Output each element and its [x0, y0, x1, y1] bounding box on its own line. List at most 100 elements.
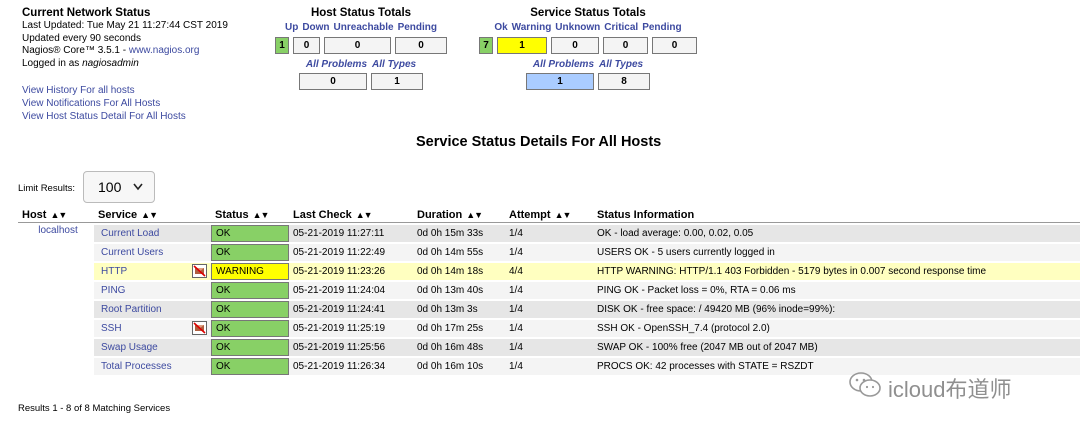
service-link[interactable]: Current Users [101, 247, 163, 258]
host-all-types-label[interactable]: All Types [372, 59, 416, 70]
service-cell: SSH [94, 320, 211, 337]
host-up-header[interactable]: Up [283, 22, 300, 34]
table-row: SSH OK 05-21-2019 11:25:19 0d 0h 17m 25s… [18, 320, 1080, 337]
watermark-text: icloud布道师 [888, 377, 1012, 402]
sort-arrows-icon[interactable]: ▲▼ [141, 210, 158, 220]
column-header-status: Status ▲▼ [211, 209, 289, 223]
column-header-attempt: Attempt ▲▼ [505, 209, 593, 223]
host-down-header[interactable]: Down [300, 22, 331, 34]
table-header-row: Host ▲▼ Service ▲▼ Status ▲▼ Last Check ▲▼ D… [18, 209, 1080, 223]
sort-arrows-icon[interactable]: ▲▼ [356, 210, 373, 220]
host-all-problems-count[interactable]: 0 [299, 73, 367, 90]
notifications-disabled-icon[interactable] [192, 321, 207, 335]
service-ok-count[interactable]: 7 [479, 37, 493, 54]
status-badge: OK [211, 358, 289, 375]
sort-arrows-icon[interactable]: ▲▼ [466, 210, 483, 220]
column-header-status-information: Status Information [593, 209, 1080, 223]
nagios-link[interactable]: www.nagios.org [129, 45, 200, 56]
status-badge: OK [211, 225, 289, 242]
service-warning-header[interactable]: Warning [510, 22, 554, 34]
service-cell: Current Load [94, 225, 211, 242]
host-down-count[interactable]: 0 [293, 37, 320, 54]
last-check-cell: 05-21-2019 11:27:11 [289, 225, 413, 242]
service-unknown-header[interactable]: Unknown [553, 22, 602, 34]
column-label-host: Host [22, 209, 47, 221]
host-totals-headers: Up Down Unreachable Pending [270, 22, 452, 34]
service-link[interactable]: PING [101, 285, 125, 296]
sort-arrows-icon[interactable]: ▲▼ [555, 210, 572, 220]
host-totals-values: 1 0 0 0 [270, 37, 452, 54]
duration-cell: 0d 0h 16m 10s [413, 358, 505, 375]
logged-in-prefix: Logged in as [22, 57, 83, 69]
host-all-types-count[interactable]: 1 [371, 73, 423, 90]
host-up-count[interactable]: 1 [275, 37, 289, 54]
page-title: Current Network Status [22, 7, 151, 19]
host-unreachable-count[interactable]: 0 [324, 37, 391, 54]
last-updated: Last Updated: Tue May 21 11:27:44 CST 20… [22, 20, 228, 31]
section-title: Service Status Details For All Hosts [416, 134, 662, 150]
column-label-last-check: Last Check [293, 209, 352, 221]
duration-cell: 0d 0h 14m 18s [413, 263, 505, 280]
wechat-icon [848, 371, 882, 405]
status-info-cell: HTTP WARNING: HTTP/1.1 403 Forbidden - 5… [593, 263, 1080, 280]
service-problems-values: 1 8 [478, 73, 698, 90]
service-warning-count[interactable]: 1 [497, 37, 547, 54]
last-check-cell: 05-21-2019 11:25:19 [289, 320, 413, 337]
host-pending-count[interactable]: 0 [395, 37, 447, 54]
status-info-cell: OK - load average: 0.00, 0.02, 0.05 [593, 225, 1080, 242]
update-interval: Updated every 90 seconds [22, 32, 141, 44]
last-check-cell: 05-21-2019 11:24:04 [289, 282, 413, 299]
service-critical-header[interactable]: Critical [602, 22, 640, 34]
service-link[interactable]: SSH [101, 323, 122, 334]
view-notifications-link[interactable]: View Notifications For All Hosts [22, 97, 228, 110]
logged-in-user: nagiosadmin [82, 57, 139, 69]
host-link-localhost[interactable]: localhost [38, 225, 77, 236]
service-link[interactable]: Current Load [101, 228, 159, 239]
service-cell: Root Partition [94, 301, 211, 318]
attempt-cell: 4/4 [505, 263, 593, 280]
host-totals-title: Host Status Totals [310, 7, 412, 19]
status-badge: OK [211, 301, 289, 318]
service-critical-count[interactable]: 0 [603, 37, 648, 54]
status-info-cell: SWAP OK - 100% free (2047 MB out of 2047… [593, 339, 1080, 356]
host-unreachable-header[interactable]: Unreachable [332, 22, 396, 34]
service-totals-values: 7 1 0 0 0 [478, 37, 698, 54]
service-all-types-label[interactable]: All Types [599, 59, 643, 70]
service-all-types-count[interactable]: 8 [598, 73, 650, 90]
service-link[interactable]: Total Processes [101, 361, 172, 372]
service-totals-headers: Ok Warning Unknown Critical Pending [478, 22, 698, 34]
attempt-cell: 1/4 [505, 282, 593, 299]
status-info-cell: DISK OK - free space: / 49420 MB (96% in… [593, 301, 1080, 318]
service-ok-header[interactable]: Ok [492, 22, 509, 34]
duration-cell: 0d 0h 16m 48s [413, 339, 505, 356]
service-pending-header[interactable]: Pending [640, 22, 683, 34]
last-check-cell: 05-21-2019 11:23:26 [289, 263, 413, 280]
attempt-cell: 1/4 [505, 225, 593, 242]
host-pending-header[interactable]: Pending [396, 22, 439, 34]
limit-results-value: 100 [98, 179, 122, 195]
status-badge: OK [211, 339, 289, 356]
host-problems-values: 0 1 [270, 73, 452, 90]
host-problems-header: All Problems All Types [270, 59, 452, 70]
service-pending-count[interactable]: 0 [652, 37, 697, 54]
service-unknown-count[interactable]: 0 [551, 37, 599, 54]
limit-results-label: Limit Results: [18, 183, 76, 194]
view-host-status-link[interactable]: View Host Status Detail For All Hosts [22, 110, 228, 123]
service-all-problems-label[interactable]: All Problems [533, 59, 594, 70]
service-link[interactable]: HTTP [101, 266, 127, 277]
attempt-cell: 1/4 [505, 244, 593, 261]
view-history-link[interactable]: View History For all hosts [22, 84, 228, 97]
limit-results-select[interactable]: 100 [83, 171, 155, 203]
service-link[interactable]: Root Partition [101, 304, 162, 315]
sort-arrows-icon[interactable]: ▲▼ [253, 210, 270, 220]
table-row: Current Users OK 05-21-2019 11:22:49 0d … [18, 244, 1080, 261]
version-text: Nagios® Core™ 3.5.1 - [22, 45, 129, 56]
host-all-problems-label[interactable]: All Problems [306, 59, 367, 70]
table-row: Root Partition OK 05-21-2019 11:24:41 0d… [18, 301, 1080, 318]
service-all-problems-count[interactable]: 1 [526, 73, 594, 90]
service-totals-title: Service Status Totals [530, 7, 646, 19]
results-summary: Results 1 - 8 of 8 Matching Services [18, 403, 171, 414]
sort-arrows-icon[interactable]: ▲▼ [50, 210, 67, 220]
service-link[interactable]: Swap Usage [101, 342, 158, 353]
notifications-disabled-icon[interactable] [192, 264, 207, 278]
